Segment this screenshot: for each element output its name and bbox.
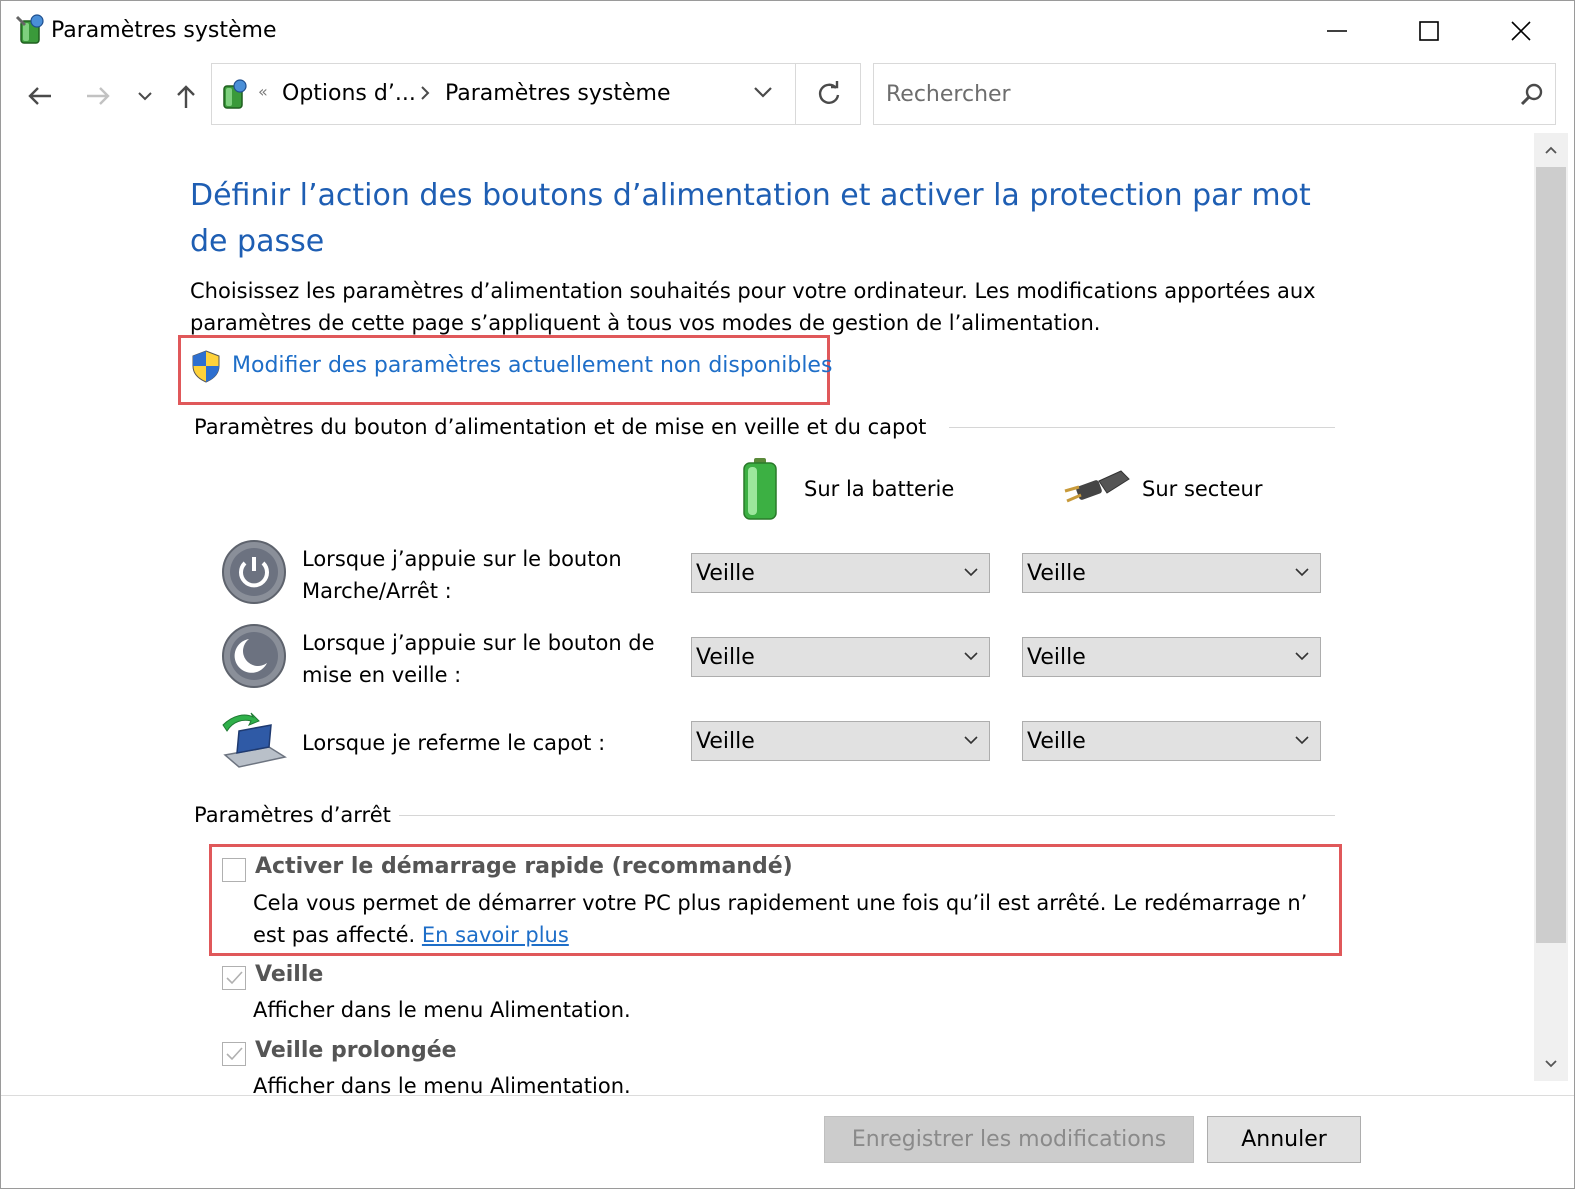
chevron-down-icon xyxy=(964,568,978,577)
select-value: Veille xyxy=(1027,645,1086,670)
search-icon[interactable] xyxy=(1519,82,1545,108)
minimize-button[interactable] xyxy=(1291,1,1383,61)
sleep-description: Afficher dans le menu Alimentation. xyxy=(253,998,631,1022)
power-plug-icon xyxy=(1064,470,1130,503)
system-settings-window: Paramètres système « Options d’... Param… xyxy=(0,0,1575,1189)
arrow-up-icon xyxy=(177,85,195,108)
group-divider xyxy=(399,815,1335,816)
navigation-bar: « Options d’... Paramètres système Reche… xyxy=(1,61,1574,133)
select-value: Veille xyxy=(1027,729,1086,754)
scrollbar-thumb[interactable] xyxy=(1536,167,1566,943)
sleep-checkbox[interactable] xyxy=(222,966,246,990)
scroll-up-button[interactable] xyxy=(1534,133,1568,167)
shutdown-group-title: Paramètres d’arrêt xyxy=(194,803,391,827)
lid-close-label: Lorsque je referme le capot : xyxy=(302,731,606,755)
forward-button[interactable] xyxy=(81,73,115,119)
chevron-down-icon xyxy=(964,736,978,745)
arrow-left-icon xyxy=(28,87,51,105)
footer-divider xyxy=(1,1095,1574,1096)
sleep-button-label: Lorsque j’appuie sur le bouton de mise e… xyxy=(302,631,655,687)
maximize-icon xyxy=(1419,21,1439,41)
learn-more-link[interactable]: En savoir plus xyxy=(422,923,569,947)
fast-startup-desc-text: Cela vous permet de démarrer votre PC pl… xyxy=(253,891,1308,947)
chevron-down-icon xyxy=(1295,568,1309,577)
back-button[interactable] xyxy=(23,73,57,119)
cancel-button[interactable]: Annuler xyxy=(1207,1116,1361,1163)
vertical-scrollbar[interactable] xyxy=(1534,133,1568,1081)
power-buttons-group-title: Paramètres du bouton d’alimentation et d… xyxy=(194,415,927,439)
checkmark-icon xyxy=(226,1047,243,1061)
column-header-battery: Sur la batterie xyxy=(804,477,955,501)
title-bar: Paramètres système xyxy=(1,1,1574,61)
chevron-down-icon[interactable] xyxy=(752,84,774,100)
select-value: Veille xyxy=(696,645,755,670)
address-divider xyxy=(795,64,796,124)
page-intro: Choisissez les paramètres d’alimentation… xyxy=(190,279,1316,335)
fast-startup-label: Activer le démarrage rapide (recommandé) xyxy=(255,854,793,879)
power-button-battery-select[interactable]: Veille xyxy=(691,553,990,593)
lid-close-plugged-select[interactable]: Veille xyxy=(1022,721,1321,761)
modify-unavailable-settings-link[interactable]: Modifier des paramètres actuellement non… xyxy=(232,353,832,378)
lid-close-battery-select[interactable]: Veille xyxy=(691,721,990,761)
chevron-down-icon xyxy=(138,92,152,101)
uac-shield-icon xyxy=(192,350,220,383)
chevron-down-icon xyxy=(1295,736,1309,745)
sleep-label: Veille xyxy=(255,962,324,987)
checkmark-icon xyxy=(226,971,243,985)
hibernate-description: Afficher dans le menu Alimentation. xyxy=(253,1074,631,1095)
chevron-down-icon xyxy=(964,652,978,661)
main-content: Définir l’action des boutons d’alimentat… xyxy=(1,133,1534,1095)
close-button[interactable] xyxy=(1475,1,1567,61)
power-button-label: Lorsque j’appuie sur le bouton Marche/Ar… xyxy=(302,547,622,603)
chevron-up-icon xyxy=(1545,146,1557,154)
address-overflow-icon[interactable]: « xyxy=(258,82,268,101)
sleep-button-battery-select[interactable]: Veille xyxy=(691,637,990,677)
power-button-icon xyxy=(222,540,286,604)
page-title: Définir l’action des boutons d’alimentat… xyxy=(190,178,1311,259)
laptop-lid-icon xyxy=(222,712,287,768)
select-value: Veille xyxy=(696,729,755,754)
fast-startup-description: Cela vous permet de démarrer votre PC pl… xyxy=(253,887,1323,951)
power-button-plugged-select[interactable]: Veille xyxy=(1022,553,1321,593)
fast-startup-checkbox[interactable] xyxy=(222,858,246,882)
maximize-button[interactable] xyxy=(1383,1,1475,61)
chevron-down-icon xyxy=(1545,1060,1557,1068)
breadcrumb-power-options[interactable]: Options d’... xyxy=(282,81,416,106)
close-icon xyxy=(1511,21,1531,41)
refresh-icon[interactable] xyxy=(812,77,846,111)
battery-icon xyxy=(743,458,777,520)
sleep-button-plugged-select[interactable]: Veille xyxy=(1022,637,1321,677)
recent-locations-button[interactable] xyxy=(133,73,157,119)
address-bar[interactable]: « Options d’... Paramètres système xyxy=(211,63,861,125)
search-box[interactable]: Rechercher xyxy=(873,63,1556,125)
chevron-right-icon[interactable] xyxy=(418,82,432,104)
breadcrumb-system-settings[interactable]: Paramètres système xyxy=(445,81,671,106)
control-panel-icon xyxy=(15,14,44,44)
arrow-right-icon xyxy=(87,87,110,105)
group-divider xyxy=(949,427,1335,428)
minimize-icon xyxy=(1327,30,1347,32)
control-panel-icon xyxy=(223,79,247,109)
column-header-plugged: Sur secteur xyxy=(1142,477,1263,501)
hibernate-checkbox[interactable] xyxy=(222,1042,246,1066)
up-button[interactable] xyxy=(171,73,201,119)
scroll-down-button[interactable] xyxy=(1534,1047,1568,1081)
chevron-down-icon xyxy=(1295,652,1309,661)
select-value: Veille xyxy=(1027,561,1086,586)
window-title: Paramètres système xyxy=(51,18,277,43)
sleep-button-icon xyxy=(222,624,286,688)
select-value: Veille xyxy=(696,561,755,586)
search-input[interactable]: Rechercher xyxy=(886,82,1011,107)
save-changes-button[interactable]: Enregistrer les modifications xyxy=(824,1116,1194,1163)
hibernate-label: Veille prolongée xyxy=(255,1038,457,1063)
